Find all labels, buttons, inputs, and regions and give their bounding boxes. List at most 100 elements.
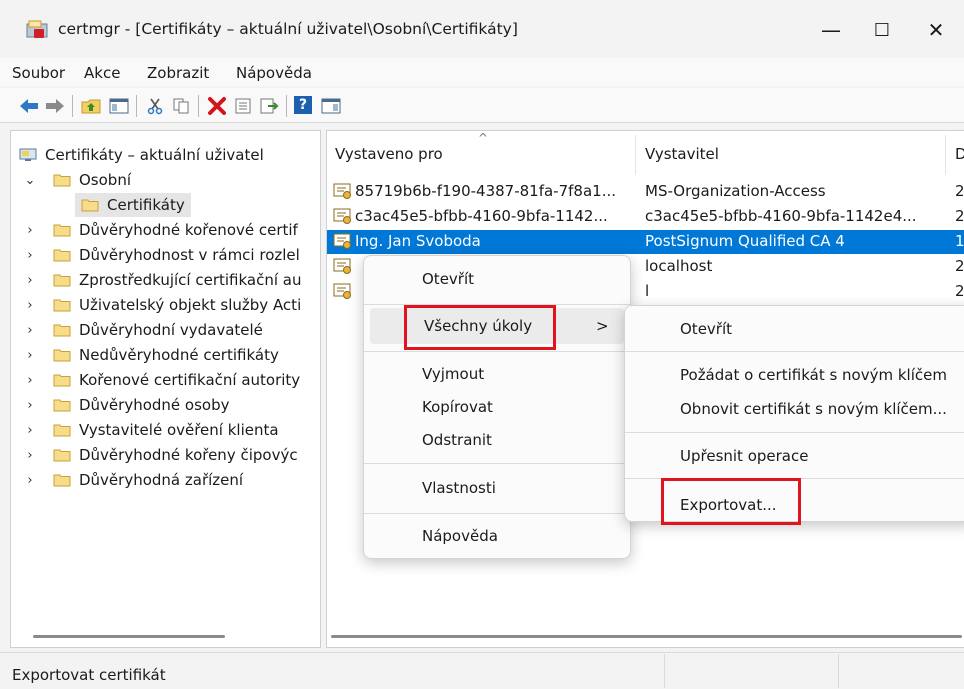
submenu-request-new-key[interactable]: Požádat o certifikát s novým klíčem: [680, 366, 947, 384]
certificate-icon: [333, 183, 351, 199]
folder-icon: [53, 174, 71, 187]
chevron-right-icon[interactable]: ›: [21, 273, 39, 288]
tree-item[interactable]: › Důvěryhodná zařízení: [21, 468, 243, 492]
cell-issuer: MS-Organization-Access: [645, 182, 826, 200]
cell-date: 2: [955, 282, 964, 300]
up-folder-icon[interactable]: [80, 96, 102, 116]
menu-soubor[interactable]: Soubor: [12, 64, 65, 82]
tree-item[interactable]: › Kořenové certifikační autority: [21, 368, 300, 392]
chevron-right-icon[interactable]: ›: [21, 248, 39, 263]
ctx-properties[interactable]: Vlastnosti: [422, 479, 496, 497]
column-header-date[interactable]: D: [955, 145, 964, 163]
tree-item[interactable]: › Nedůvěryhodné certifikáty: [21, 343, 279, 367]
ctx-help[interactable]: Nápověda: [422, 527, 498, 545]
cell-issuer: c3ac45e5-bfbb-4160-9bfa-1142e4...: [645, 207, 917, 225]
tree-item-label: Nedůvěryhodné certifikáty: [79, 346, 279, 364]
list-horizontal-scrollbar[interactable]: [331, 635, 962, 638]
tree-item[interactable]: › Důvěryhodní vydavatelé: [21, 318, 263, 342]
tree-pane[interactable]: Certifikáty – aktuální uživatel ⌄ Osobní…: [10, 130, 321, 648]
folder-icon: [53, 349, 71, 362]
cut-icon[interactable]: [144, 96, 166, 116]
export-list-icon[interactable]: [258, 96, 280, 116]
chevron-right-icon[interactable]: ›: [21, 298, 39, 313]
tree-item-osobni[interactable]: ⌄ Osobní: [21, 168, 131, 192]
certificate-icon: [333, 283, 351, 299]
chevron-down-icon[interactable]: ⌄: [21, 173, 39, 188]
menu-napoveda[interactable]: Nápověda: [236, 64, 312, 82]
folder-icon: [53, 474, 71, 487]
folder-icon: [53, 449, 71, 462]
maximize-button[interactable]: ☐: [859, 14, 905, 46]
cell-date: 2: [955, 182, 964, 200]
window-title: certmgr - [Certifikáty – aktuální uživat…: [58, 20, 518, 38]
delete-icon[interactable]: [206, 96, 228, 116]
certificate-icon: [333, 258, 351, 274]
back-arrow-icon[interactable]: [18, 96, 40, 116]
tree-item-label: Důvěryhodnost v rámci rozlel: [79, 246, 300, 264]
submenu-open[interactable]: Otevřít: [680, 320, 732, 338]
cell-date: 1: [955, 232, 964, 250]
menu-zobrazit[interactable]: Zobrazit: [147, 64, 209, 82]
highlight-box-all-tasks: [404, 305, 556, 350]
ctx-open[interactable]: Otevřít: [422, 270, 474, 288]
tree-horizontal-scrollbar[interactable]: [33, 635, 225, 638]
tree-root[interactable]: Certifikáty – aktuální uživatel: [19, 143, 264, 167]
minimize-button[interactable]: —: [808, 14, 854, 46]
cell-issued-to: Ing. Jan Svoboda: [355, 232, 481, 250]
ctx-cut[interactable]: Vyjmout: [422, 365, 484, 383]
tree-item-label: Uživatelský objekt služby Acti: [79, 296, 302, 314]
forward-arrow-icon[interactable]: [44, 96, 66, 116]
tree-item[interactable]: › Vystavitelé ověření klienta: [21, 418, 279, 442]
cell-issuer: localhost: [645, 257, 713, 275]
chevron-right-icon[interactable]: ›: [21, 223, 39, 238]
chevron-right-icon[interactable]: ›: [21, 348, 39, 363]
action-pane-icon[interactable]: [320, 96, 342, 116]
certificate-row[interactable]: Ing. Jan Svoboda PostSignum Qualified CA …: [327, 230, 964, 254]
folder-icon: [53, 224, 71, 237]
ctx-copy[interactable]: Kopírovat: [422, 398, 493, 416]
certificate-icon: [333, 208, 351, 224]
tree-root-label: Certifikáty – aktuální uživatel: [45, 146, 264, 164]
chevron-right-icon[interactable]: ›: [21, 323, 39, 338]
close-button[interactable]: ✕: [913, 14, 959, 46]
folder-icon: [81, 199, 99, 212]
show-hide-tree-icon[interactable]: [108, 96, 130, 116]
chevron-right-icon[interactable]: ›: [21, 423, 39, 438]
cell-issued-to: c3ac45e5-bfbb-4160-9bfa-1142...: [355, 207, 608, 225]
tree-item[interactable]: › Důvěryhodnost v rámci rozlel: [21, 243, 300, 267]
submenu-renew-new-key[interactable]: Obnovit certifikát s novým klíčem...: [680, 400, 947, 418]
ctx-delete[interactable]: Odstranit: [422, 431, 492, 449]
tree-item-label: Důvěryhodní vydavatelé: [79, 321, 263, 339]
chevron-right-icon[interactable]: ›: [21, 373, 39, 388]
folder-icon: [53, 374, 71, 387]
menu-bar: [0, 58, 964, 86]
help-icon[interactable]: ?: [294, 96, 312, 114]
folder-icon: [53, 299, 71, 312]
menu-akce[interactable]: Akce: [84, 64, 120, 82]
column-header-issued-to[interactable]: Vystaveno pro: [335, 145, 443, 163]
chevron-right-icon[interactable]: ›: [21, 398, 39, 413]
chevron-right-icon[interactable]: ›: [21, 448, 39, 463]
tree-item[interactable]: › Důvěryhodné osoby: [21, 393, 229, 417]
properties-icon[interactable]: [232, 96, 254, 116]
sort-ascending-icon: ^: [478, 131, 489, 145]
cell-date: 2: [955, 257, 964, 275]
tree-item[interactable]: › Důvěryhodné kořenové certif: [21, 218, 297, 242]
context-menu: Otevřít Všechny úkoly > Vyjmout Kopírova…: [363, 255, 631, 559]
certificate-row[interactable]: 85719b6b-f190-4387-81fa-7f8a1... MS-Organ…: [327, 180, 964, 204]
tree-item[interactable]: › Důvěryhodné kořeny čipovýc: [21, 443, 298, 467]
tree-item-label: Důvěryhodné kořeny čipovýc: [79, 446, 298, 464]
tree-item[interactable]: › Uživatelský objekt služby Acti: [21, 293, 301, 317]
copy-icon[interactable]: [170, 96, 192, 116]
folder-icon: [53, 274, 71, 287]
submenu-arrow-icon: >: [596, 317, 609, 335]
tree-item-certifikaty[interactable]: Certifikáty: [75, 193, 191, 217]
tree-item-label: Vystavitelé ověření klienta: [79, 421, 279, 439]
certificate-row[interactable]: c3ac45e5-bfbb-4160-9bfa-1142... c3ac45e5-…: [327, 205, 964, 229]
tree-item[interactable]: › Zprostředkující certifikační au: [21, 268, 301, 292]
chevron-right-icon[interactable]: ›: [21, 473, 39, 488]
column-header-issuer[interactable]: Vystavitel: [645, 145, 719, 163]
certmgr-app-icon: [26, 20, 48, 38]
submenu-advanced-operations[interactable]: Upřesnit operace: [680, 447, 808, 465]
folder-icon: [53, 399, 71, 412]
